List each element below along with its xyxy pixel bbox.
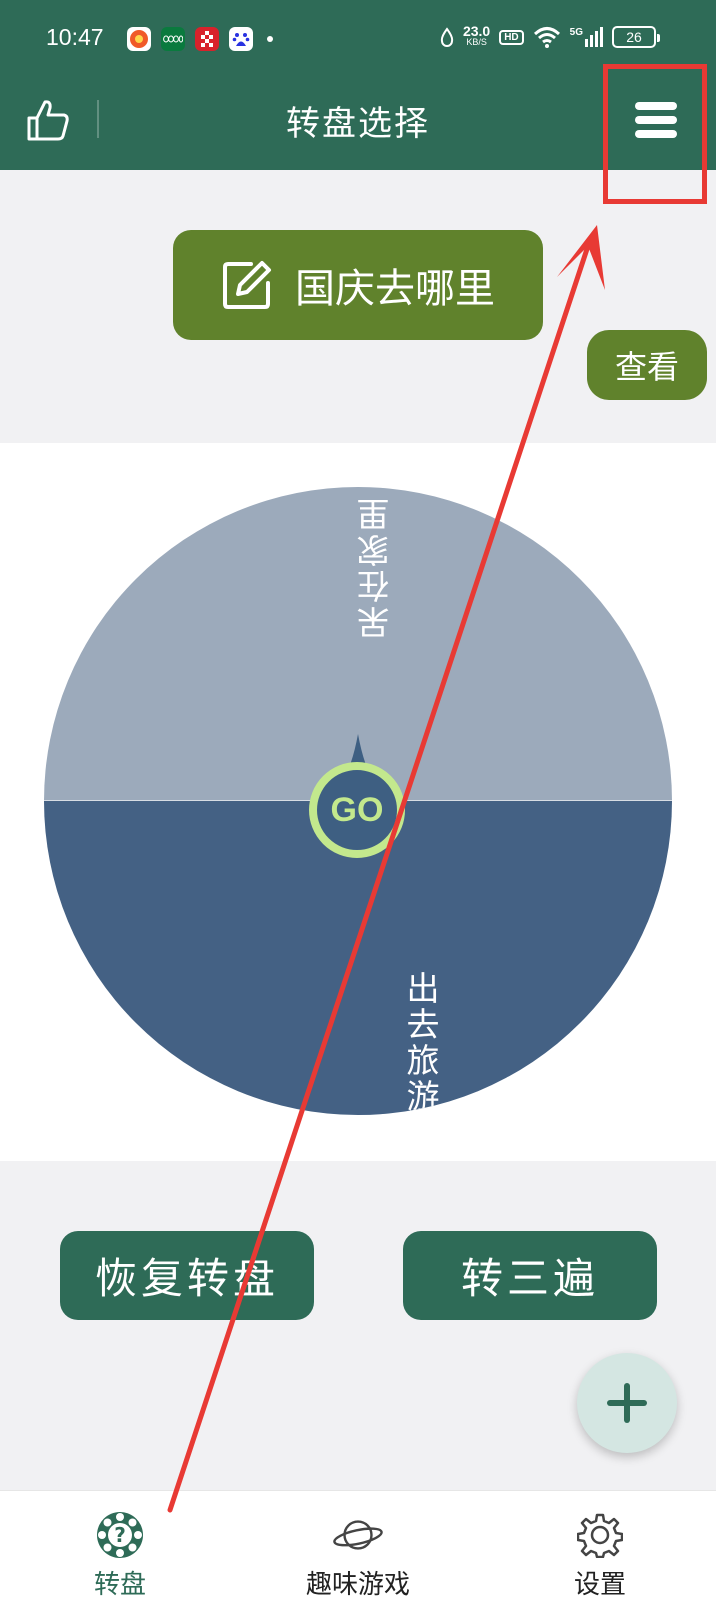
network-speed: 23.0 KB/S: [462, 23, 491, 48]
bottom-navigation: ? 转盘 趣味游戏 设置: [0, 1490, 716, 1600]
network-speed-value: 23.0: [462, 23, 491, 39]
spin-three-times-button[interactable]: 转三遍: [403, 1231, 657, 1320]
planet-icon: [332, 1509, 384, 1561]
oppo-app-icon: [161, 27, 185, 51]
nav-label-settings: 设置: [573, 1570, 626, 1600]
wheel-segment-label-travel: 出去旅游: [401, 971, 440, 1115]
signal-type-label: 5G: [569, 27, 583, 38]
data-saver-icon: [440, 27, 454, 47]
status-app-icons: [127, 27, 273, 51]
annotation-highlight-box: [603, 64, 707, 204]
signal-bars-icon: [585, 27, 603, 47]
coupon-app-icon: [127, 27, 151, 51]
nav-item-settings[interactable]: 设置: [540, 1491, 660, 1600]
gear-icon: [574, 1509, 626, 1561]
add-fab-button[interactable]: [577, 1353, 677, 1453]
status-time: 10:47: [46, 24, 104, 50]
nav-label-fun-games: 趣味游戏: [305, 1570, 410, 1600]
wheel-title-text: 国庆去哪里: [295, 266, 495, 312]
battery-indicator: 26: [612, 26, 660, 48]
status-indicators: 23.0 KB/S HD 5G 26: [440, 23, 660, 48]
network-speed-unit: KB/S: [466, 37, 487, 47]
view-button[interactable]: 查看: [587, 330, 707, 400]
svg-text:?: ?: [114, 1523, 126, 1547]
nav-item-wheel[interactable]: ? 转盘: [70, 1491, 170, 1600]
nav-item-fun-games[interactable]: 趣味游戏: [268, 1491, 448, 1600]
wheel-question-icon: ?: [94, 1509, 146, 1561]
go-button[interactable]: GO: [309, 762, 405, 858]
hd-badge: HD: [499, 29, 524, 45]
cell-signal: 5G: [570, 27, 603, 47]
notification-dot: [267, 36, 273, 42]
edit-icon: [223, 261, 271, 309]
restore-wheel-button[interactable]: 恢复转盘: [60, 1231, 314, 1320]
pattern-app-icon: [195, 27, 219, 51]
wheel-segment-label-stay-home: 呆在家里: [356, 495, 395, 639]
baidu-app-icon: [229, 27, 253, 51]
wheel-title-button[interactable]: 国庆去哪里: [173, 230, 543, 340]
wifi-icon: [533, 27, 560, 48]
nav-label-wheel: 转盘: [93, 1570, 146, 1600]
